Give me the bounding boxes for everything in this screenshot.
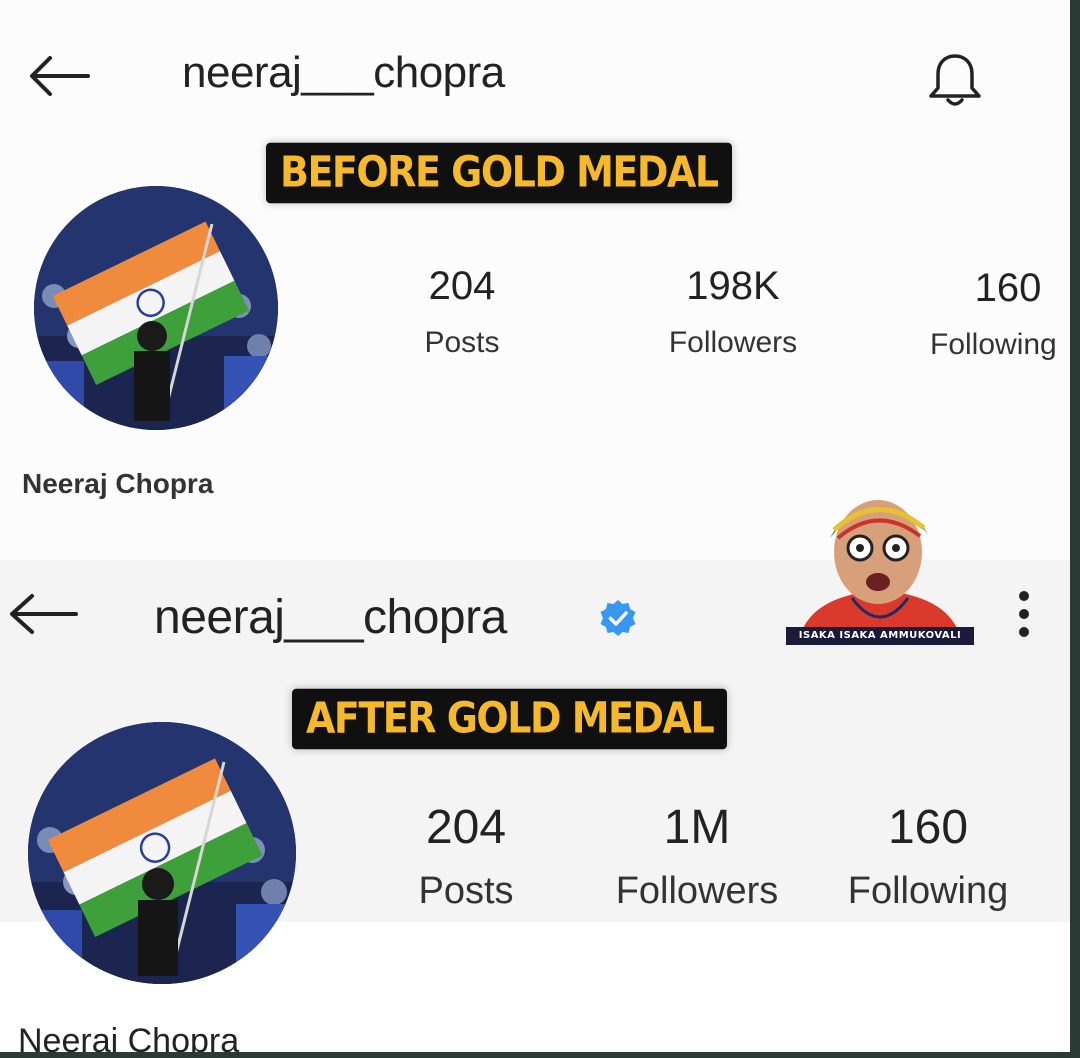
profile-before-panel: neeraj___chopra BEFORE GOLD MEDAL 204 Po… (0, 0, 1070, 560)
profile-display-name: Neeraj Chopra (22, 468, 214, 499)
posts-count: 204 (425, 801, 507, 854)
bell-icon[interactable] (924, 50, 986, 110)
following-label[interactable]: Following (930, 328, 1070, 362)
profile-avatar[interactable] (28, 722, 296, 984)
profile-avatar[interactable] (34, 186, 278, 430)
after-caption: AFTER GOLD MEDAL (292, 688, 728, 750)
posts-count: 204 (428, 264, 496, 308)
flag-bearer-photo (28, 722, 296, 984)
followers-label[interactable]: Followers (648, 326, 818, 360)
following-count[interactable]: 160 (958, 266, 1058, 311)
reaction-sticker (800, 500, 960, 636)
followers-count[interactable]: 198K (648, 264, 818, 309)
profile-username: neeraj___chopra (154, 591, 507, 644)
followers-label[interactable]: Followers (598, 870, 796, 913)
followers-count[interactable]: 1M (598, 800, 796, 855)
back-arrow-icon[interactable] (24, 52, 92, 100)
more-options-icon[interactable] (1010, 588, 1038, 640)
following-label[interactable]: Following (826, 870, 1030, 913)
before-caption: BEFORE GOLD MEDAL (266, 142, 732, 204)
meme-frame: neeraj___chopra BEFORE GOLD MEDAL 204 Po… (0, 0, 1070, 1052)
posts-label: Posts (424, 326, 500, 359)
profile-username: neeraj___chopra (182, 48, 505, 97)
profile-display-name: Neeraj Chopra (18, 1022, 240, 1052)
posts-label: Posts (418, 870, 514, 912)
sticker-caption: ISAKA ISAKA AMMUKOVALI (786, 627, 974, 645)
following-count[interactable]: 160 (830, 800, 1026, 855)
flag-bearer-photo (34, 186, 278, 430)
verified-badge-icon (600, 600, 636, 636)
back-arrow-icon[interactable] (4, 590, 80, 638)
